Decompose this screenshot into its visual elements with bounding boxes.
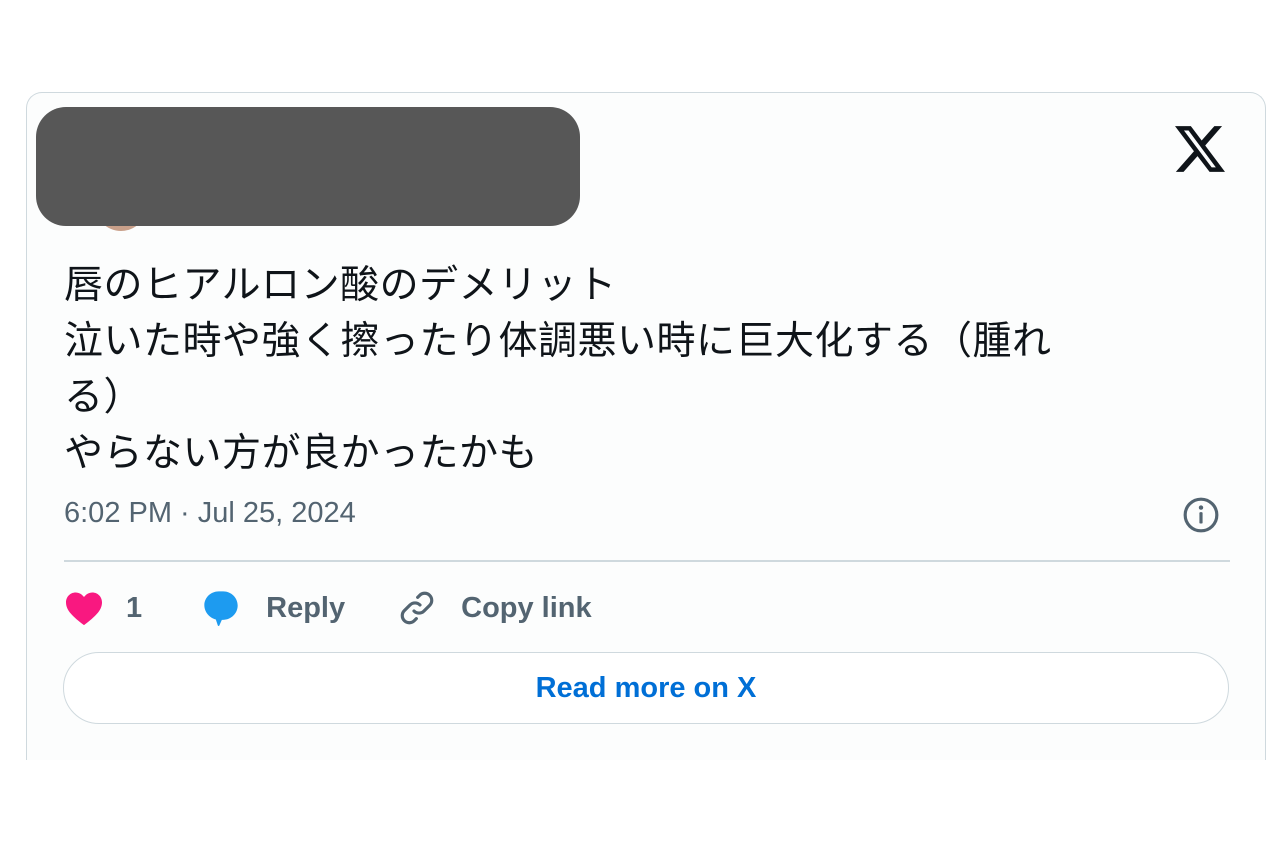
heart-icon	[66, 592, 102, 626]
reply-label: Reply	[266, 591, 346, 624]
reply-button[interactable]: Reply	[200, 585, 345, 631]
speech-bubble-icon	[204, 591, 238, 626]
info-icon[interactable]	[1182, 496, 1220, 534]
tweet-line: 唇のヒアルロン酸のデメリット	[64, 263, 617, 308]
tweet-text: 唇のヒアルロン酸のデメリット 泣いた時や強く擦ったり体調悪い時に巨大化する（腫れ…	[64, 258, 1204, 482]
x-logo-icon[interactable]	[1175, 126, 1225, 172]
like-count: 1	[126, 591, 143, 624]
tweet-timestamp[interactable]: 6:02 PM · Jul 25, 2024	[64, 497, 356, 530]
tweet-line: やらない方が良かったかも	[64, 431, 539, 476]
copy-link-button[interactable]: Copy link	[397, 585, 592, 631]
link-icon	[400, 591, 434, 625]
tweet-line: る）	[64, 375, 144, 420]
tweet-actions: 1 Reply Copy link	[64, 585, 592, 631]
redacted-author-area	[36, 107, 580, 226]
divider	[64, 560, 1230, 562]
copy-link-label: Copy link	[461, 591, 592, 624]
read-more-on-x-button[interactable]: Read more on X	[63, 652, 1229, 724]
like-button[interactable]: 1	[64, 585, 142, 631]
tweet-line: 泣いた時や強く擦ったり体調悪い時に巨大化する（腫れ	[64, 319, 1052, 364]
